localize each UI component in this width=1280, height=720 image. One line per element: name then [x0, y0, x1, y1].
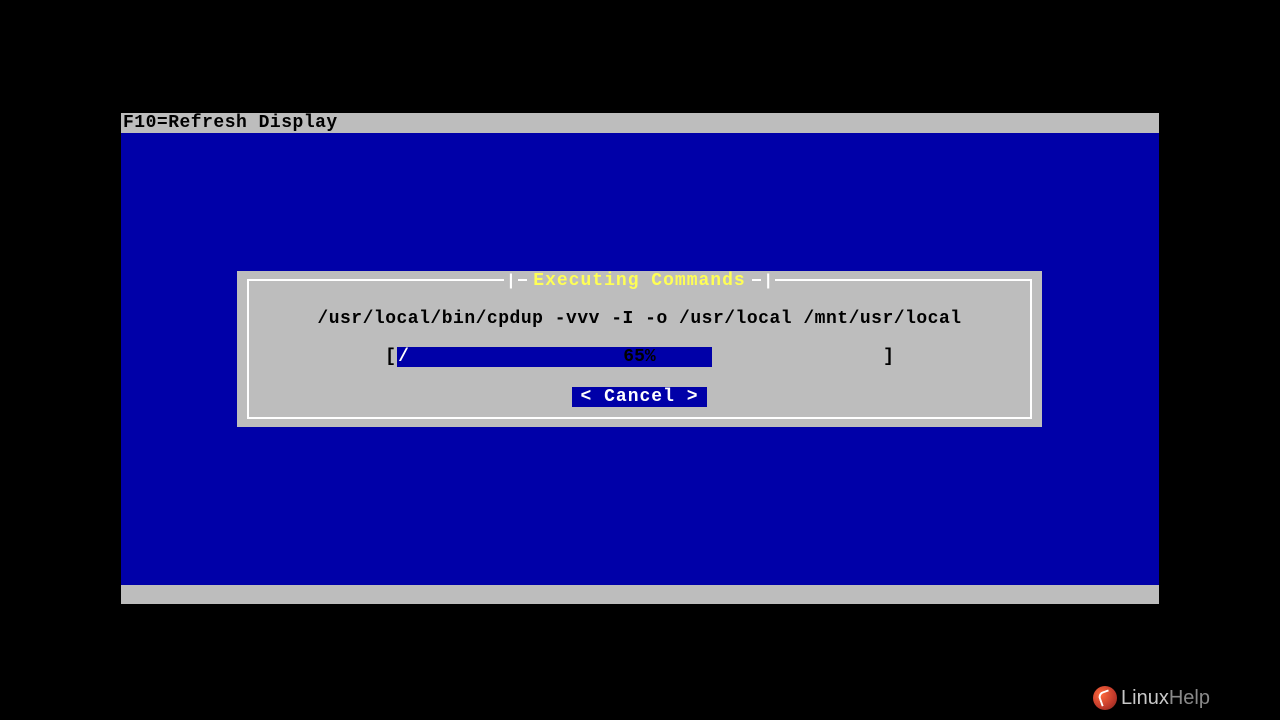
spinner-icon: /: [397, 347, 411, 367]
logo-text-linux: Linux: [1121, 687, 1169, 709]
logo-icon: [1093, 686, 1117, 710]
logo-text: LinuxHelp: [1121, 687, 1210, 710]
progress-fill: [397, 347, 713, 367]
top-hint-bar: F10=Refresh Display: [121, 113, 1159, 133]
button-row: < Cancel >: [249, 387, 1030, 407]
linuxhelp-logo: LinuxHelp: [1093, 686, 1210, 710]
executing-commands-dialog: | Executing Commands | /usr/local/bin/cp…: [237, 271, 1042, 427]
command-text: /usr/local/bin/cpdup -vvv -I -o /usr/loc…: [249, 309, 1030, 329]
bracket-left: [: [385, 347, 397, 367]
progress-row: [ / 65% ]: [249, 347, 1030, 367]
bottom-bar: [121, 585, 1159, 604]
progress-track: / 65%: [397, 347, 883, 367]
logo-text-help: Help: [1169, 687, 1210, 709]
progress-bar: [ / 65% ]: [385, 347, 895, 367]
dialog-frame: | Executing Commands | /usr/local/bin/cp…: [247, 279, 1032, 419]
background-area: | Executing Commands | /usr/local/bin/cp…: [121, 133, 1159, 585]
cancel-button[interactable]: < Cancel >: [572, 387, 706, 407]
refresh-hint: F10=Refresh Display: [123, 113, 338, 133]
title-bracket-left: |: [504, 272, 518, 290]
installer-screen: F10=Refresh Display | Executing Commands…: [121, 113, 1159, 604]
title-bracket-right: |: [761, 272, 775, 290]
bracket-right: ]: [883, 347, 895, 367]
dialog-title-row: | Executing Commands |: [249, 271, 1030, 291]
dialog-title: Executing Commands: [527, 271, 751, 291]
